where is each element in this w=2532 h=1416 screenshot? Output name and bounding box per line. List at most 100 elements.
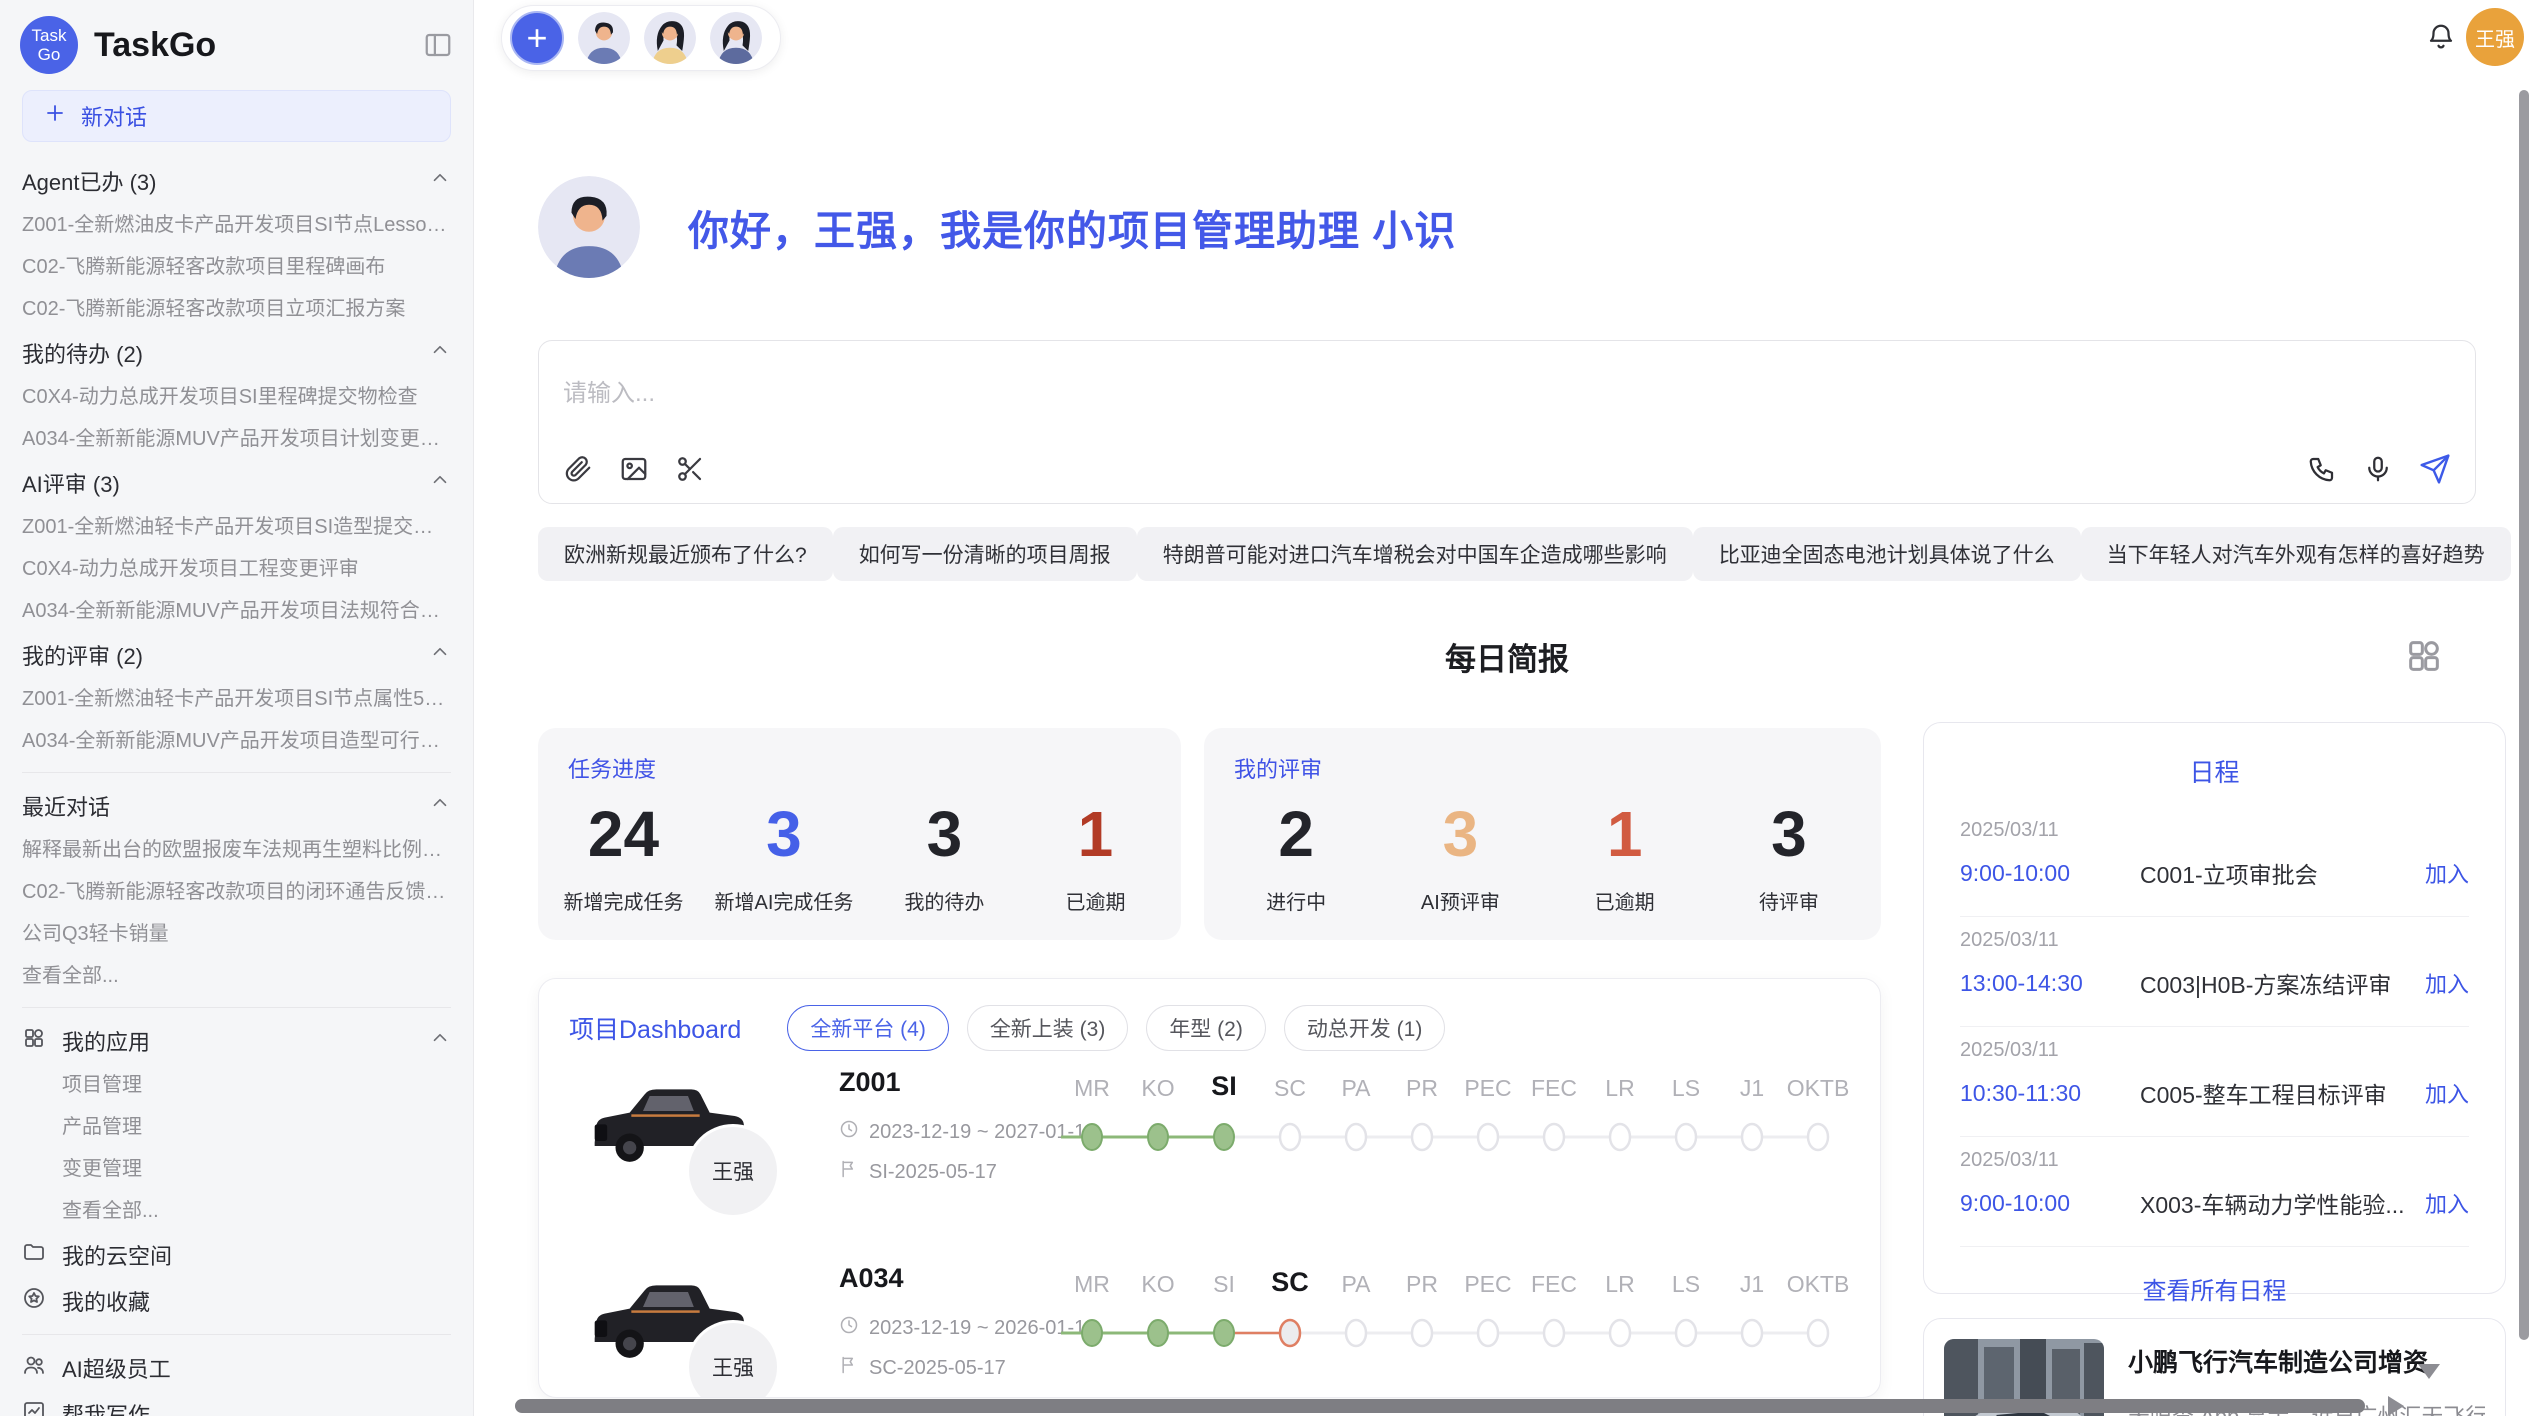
agent-avatar-3[interactable] <box>710 12 762 64</box>
stat-label: AI预评审 <box>1400 886 1520 915</box>
recent-chat-item[interactable]: 解释最新出台的欧盟报废车法规再生塑料比例被调至15%... <box>22 829 451 871</box>
schedule-event: 2025/03/1110:30-11:30C005-整车工程目标评审加入 <box>1960 1027 2469 1137</box>
sidebar-task-item[interactable]: A034-全新新能源MUV产品开发项目计划变更表编写 <box>22 418 451 460</box>
vertical-scrollbar[interactable] <box>2519 90 2529 1340</box>
sidebar-section-header[interactable]: Agent已办 (3) <box>22 158 451 204</box>
recent-chat-item[interactable]: C02-飞腾新能源轻客改款项目的闭环通告反馈情况 <box>22 871 451 913</box>
suggestion-chip[interactable]: 如何写一份清晰的项目周报 <box>833 527 1137 581</box>
suggestion-chip[interactable]: 当下年轻人对汽车外观有怎样的喜好趋势 <box>2081 527 2511 581</box>
link-label: 我的云空间 <box>62 1239 172 1271</box>
sidebar-task-item[interactable]: Z001-全新燃油轻卡产品开发项目SI造型提交物评审 <box>22 506 451 548</box>
app-sub-item[interactable]: 产品管理 <box>22 1106 451 1148</box>
sidebar-tool-帮我写作[interactable]: 帮我写作 <box>22 1391 451 1416</box>
recent-chat-item[interactable]: 公司Q3轻卡销量 <box>22 913 451 955</box>
milestone-label-KO: KO <box>1125 1075 1191 1102</box>
chevron-up-icon[interactable] <box>429 641 451 669</box>
suggestion-chip[interactable]: 比亚迪全固态电池计划具体说了什么 <box>1693 527 2081 581</box>
horizontal-scrollbar[interactable] <box>515 1399 2365 1413</box>
filter-chip[interactable]: 全新平台 (4) <box>787 1005 949 1051</box>
sidebar-section-header[interactable]: 我的待办 (2) <box>22 330 451 376</box>
sidebar-collapse-icon[interactable] <box>423 30 453 60</box>
recent-chat-item[interactable]: 查看全部... <box>22 955 451 997</box>
sidebar-task-item[interactable]: Z001-全新燃油皮卡产品开发项目SI节点Lesson Learn报告 <box>22 204 451 246</box>
suggestion-chip[interactable]: 特朗普可能对进口汽车增税会对中国车企造成哪些影响 <box>1137 527 1693 581</box>
app-title: TaskGo <box>94 26 407 65</box>
link-label: 我的收藏 <box>62 1285 150 1317</box>
agent-avatar-2[interactable] <box>644 12 696 64</box>
project-flag-date: SI-2025-05-17 <box>839 1159 997 1185</box>
greeting-text: 你好，王强，我是你的项目管理助理 小识 <box>688 197 1456 257</box>
sidebar-task-item[interactable]: C02-飞腾新能源轻客改款项目里程碑画布 <box>22 246 451 288</box>
scissors-icon[interactable] <box>675 454 705 484</box>
attachment-icon[interactable] <box>563 454 593 484</box>
microphone-icon[interactable] <box>2363 454 2393 484</box>
sidebar-task-item[interactable]: A034-全新新能源MUV产品开发项目造型可行性评审 <box>22 720 451 762</box>
chevron-up-icon[interactable] <box>429 469 451 497</box>
project-owner-badge: 王强 <box>689 1127 777 1215</box>
view-all-schedule-link[interactable]: 查看所有日程 <box>1924 1271 2505 1306</box>
join-link[interactable]: 加入 <box>2425 1187 2469 1219</box>
filter-chip[interactable]: 全新上装 (3) <box>967 1005 1129 1051</box>
star-icon <box>22 1286 46 1316</box>
brief-layout-icon[interactable] <box>2404 636 2444 681</box>
sidebar-section-header[interactable]: 我的评审 (2) <box>22 632 451 678</box>
user-avatar[interactable]: 王强 <box>2466 8 2524 66</box>
sidebar-task-item[interactable]: C02-飞腾新能源轻客改款项目立项汇报方案 <box>22 288 451 330</box>
milestone-label-LR: LR <box>1587 1271 1653 1298</box>
chevron-up-icon[interactable] <box>429 167 451 195</box>
phone-call-icon[interactable] <box>2307 454 2337 484</box>
image-icon[interactable] <box>619 454 649 484</box>
agent-avatar-1[interactable] <box>578 12 630 64</box>
dashboard-header: 项目Dashboard 全新平台 (4)全新上装 (3)年型 (2)动总开发 (… <box>539 979 1880 1051</box>
milestone-label-PA: PA <box>1323 1075 1389 1102</box>
stat-已逾期: 1已逾期 <box>1565 802 1685 915</box>
sidebar-task-item[interactable]: Z001-全新燃油轻卡产品开发项目SI节点属性5D文件评审 <box>22 678 451 720</box>
join-link[interactable]: 加入 <box>2425 1077 2469 1109</box>
sidebar-task-item[interactable]: C0X4-动力总成开发项目工程变更评审 <box>22 548 451 590</box>
sidebar-link-我的收藏[interactable]: 我的收藏 <box>22 1278 451 1324</box>
join-link[interactable]: 加入 <box>2425 967 2469 999</box>
add-agent-button[interactable]: + <box>510 11 564 65</box>
join-link[interactable]: 加入 <box>2425 857 2469 889</box>
apps-grid-icon <box>22 1026 46 1056</box>
stat-label: 新增完成任务 <box>564 886 684 915</box>
logo-line2: Go <box>38 45 61 64</box>
stat-label: 我的待办 <box>884 886 1004 915</box>
app-sub-item[interactable]: 项目管理 <box>22 1064 451 1106</box>
new-chat-button[interactable]: 新对话 <box>22 90 451 142</box>
tool-label: 帮我写作 <box>62 1398 150 1416</box>
send-icon[interactable] <box>2419 453 2451 485</box>
event-line: 9:00-10:00X003-车辆动力学性能验...加入 <box>1960 1186 2469 1220</box>
sidebar-tool-AI超级员工[interactable]: AI超级员工 <box>22 1345 451 1391</box>
milestone-label-LS: LS <box>1653 1271 1719 1298</box>
scroll-down-arrow[interactable] <box>2418 1364 2440 1379</box>
event-line: 13:00-14:30C003|H0B-方案冻结评审加入 <box>1960 966 2469 1000</box>
recent-chats-header[interactable]: 最近对话 <box>22 783 451 829</box>
suggestion-chip[interactable]: 欧洲新规最近颁布了什么? <box>538 527 833 581</box>
filter-chip[interactable]: 年型 (2) <box>1146 1005 1266 1051</box>
schedule-card: 日程 2025/03/119:00-10:00C001-立项审批会加入2025/… <box>1923 722 2506 1294</box>
my-apps-header[interactable]: 我的应用 <box>22 1018 451 1064</box>
filter-chip[interactable]: 动总开发 (1) <box>1284 1005 1446 1051</box>
project-dashboard-card: 项目Dashboard 全新平台 (4)全新上装 (3)年型 (2)动总开发 (… <box>538 978 1881 1398</box>
sidebar-task-item[interactable]: C0X4-动力总成开发项目SI里程碑提交物检查 <box>22 376 451 418</box>
composer-toolbar <box>563 453 2451 485</box>
app-sub-item[interactable]: 查看全部... <box>22 1190 451 1232</box>
stat-新增AI完成任务: 3新增AI完成任务 <box>715 802 854 915</box>
app-sub-item[interactable]: 变更管理 <box>22 1148 451 1190</box>
chat-composer[interactable]: 请输入... <box>538 340 2476 504</box>
sidebar-link-我的云空间[interactable]: 我的云空间 <box>22 1232 451 1278</box>
chevron-up-icon[interactable] <box>429 1027 451 1055</box>
sidebar-section-header[interactable]: AI评审 (3) <box>22 460 451 506</box>
stat-value: 3 <box>1400 802 1520 866</box>
milestone-label-PEC: PEC <box>1455 1271 1521 1298</box>
task-progress-card: 任务进度 24新增完成任务3新增AI完成任务3我的待办1已逾期 <box>538 728 1181 940</box>
sidebar-task-item[interactable]: A034-全新新能源MUV产品开发项目法规符合性评审 <box>22 590 451 632</box>
scroll-right-arrow[interactable] <box>2388 1396 2404 1416</box>
notification-bell-icon[interactable] <box>2426 22 2456 57</box>
chevron-up-icon[interactable] <box>429 792 451 820</box>
schedule-event: 2025/03/119:00-10:00X003-车辆动力学性能验...加入 <box>1960 1137 2469 1247</box>
chevron-up-icon[interactable] <box>429 339 451 367</box>
event-title: X003-车辆动力学性能验... <box>2140 1186 2425 1220</box>
event-title: C005-整车工程目标评审 <box>2140 1076 2425 1110</box>
